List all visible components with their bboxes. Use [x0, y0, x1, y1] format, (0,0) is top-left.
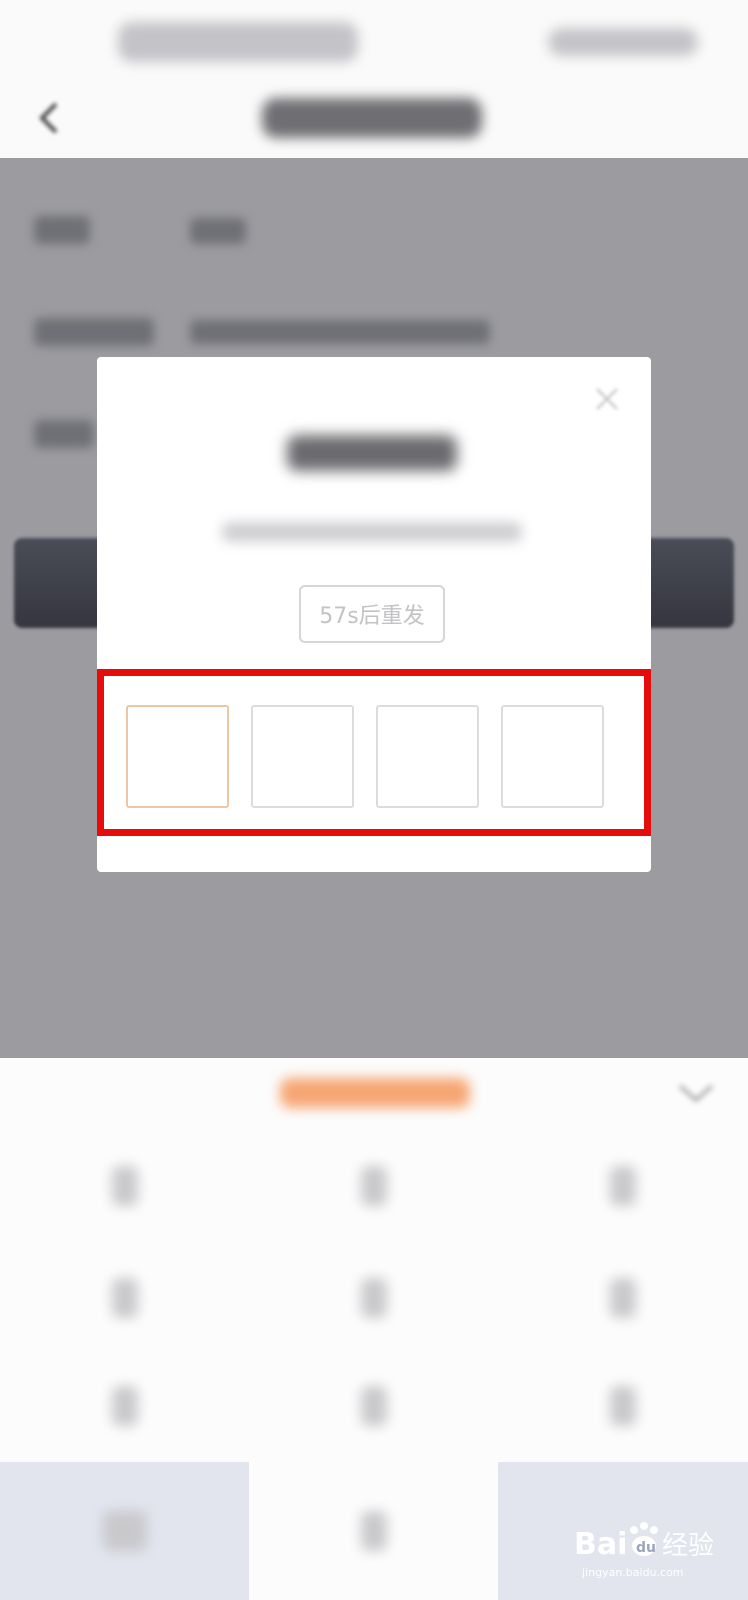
numeric-keyboard: [0, 1058, 748, 1600]
back-arrow-icon[interactable]: [36, 100, 64, 136]
key-glyph: [609, 1278, 636, 1318]
key-4[interactable]: [0, 1244, 249, 1352]
verification-code-modal: 57s后重发: [97, 357, 651, 872]
modal-title: [287, 435, 457, 471]
baidu-watermark: Bai du 经验 jingyan.baidu.com: [574, 1522, 714, 1579]
modal-subtitle: [222, 522, 522, 542]
key-glyph: [360, 1511, 387, 1551]
nav-bar: [0, 80, 748, 158]
status-bar-left-content: [118, 22, 358, 62]
key-6[interactable]: [498, 1244, 747, 1352]
key-glyph: [609, 1386, 636, 1426]
svg-text:du: du: [636, 1540, 656, 1556]
key-glyph: [360, 1386, 387, 1426]
resend-code-button[interactable]: 57s后重发: [299, 585, 445, 643]
key-glyph: [102, 1511, 147, 1551]
collapse-keyboard-icon[interactable]: [676, 1082, 716, 1104]
code-digit-3[interactable]: [376, 705, 479, 808]
watermark-brand-right: 经验: [662, 1531, 714, 1561]
key-9[interactable]: [498, 1352, 747, 1460]
key-glyph: [360, 1166, 387, 1206]
form-value-1: [190, 218, 246, 244]
baidu-paw-icon: du: [630, 1522, 658, 1556]
key-glyph: [111, 1166, 138, 1206]
form-label-2: [34, 318, 154, 346]
key-7[interactable]: [0, 1352, 249, 1460]
code-digit-1[interactable]: [126, 705, 229, 808]
key-2[interactable]: [249, 1132, 498, 1240]
key-bottom-left[interactable]: [0, 1462, 249, 1600]
page-title: [262, 98, 482, 138]
key-3[interactable]: [498, 1132, 747, 1240]
key-glyph: [111, 1386, 138, 1426]
key-5[interactable]: [249, 1244, 498, 1352]
key-1[interactable]: [0, 1132, 249, 1240]
form-label-1: [34, 216, 90, 244]
status-bar: [0, 0, 748, 80]
status-bar-right-content: [548, 28, 698, 56]
key-8[interactable]: [249, 1352, 498, 1460]
form-label-3: [34, 420, 94, 448]
close-icon[interactable]: [593, 385, 621, 413]
code-digit-4[interactable]: [501, 705, 604, 808]
code-digit-2[interactable]: [251, 705, 354, 808]
key-glyph: [609, 1166, 636, 1206]
key-0[interactable]: [249, 1462, 498, 1600]
form-value-2: [190, 320, 490, 344]
keyboard-header-text: [280, 1078, 470, 1108]
watermark-url: jingyan.baidu.com: [581, 1566, 684, 1579]
watermark-brand-left: Bai: [574, 1527, 627, 1562]
key-glyph: [360, 1278, 387, 1318]
key-glyph: [111, 1278, 138, 1318]
